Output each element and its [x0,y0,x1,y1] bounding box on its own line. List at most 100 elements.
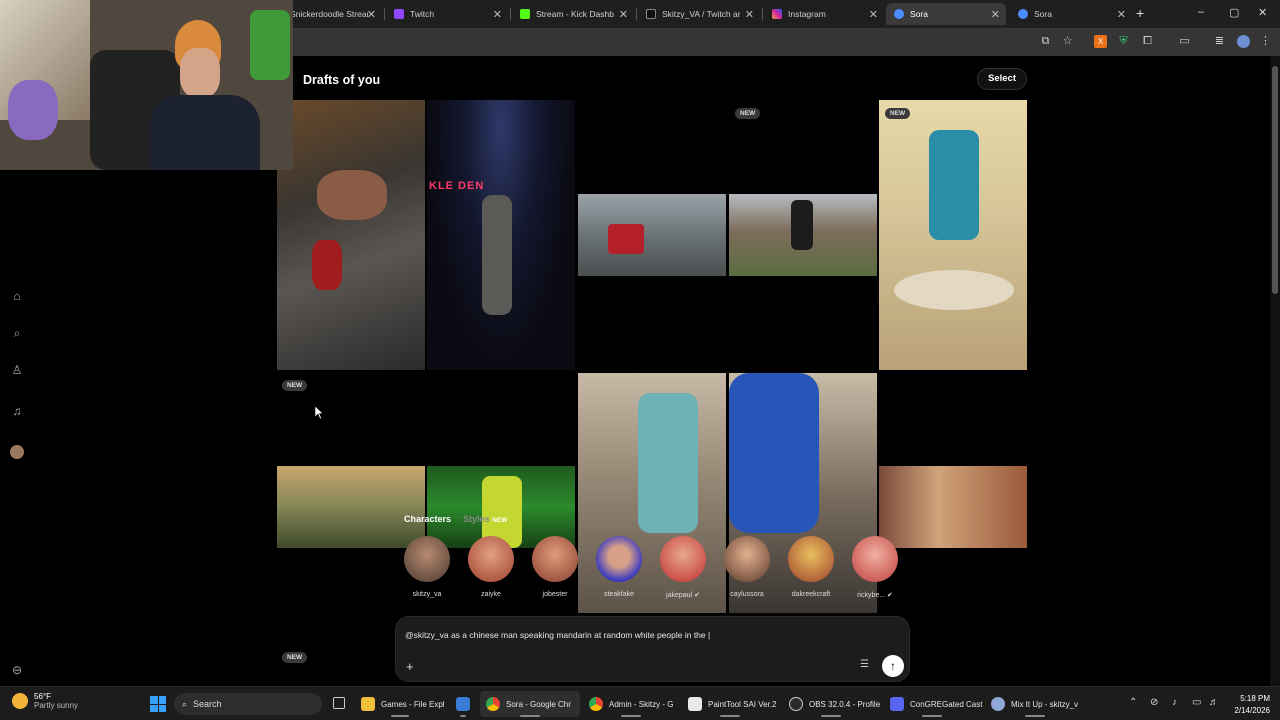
taskbar-app-discord[interactable]: ConGREGated Cast [884,691,982,717]
tray-volume-icon[interactable]: ♬ [1209,697,1219,708]
close-window-button[interactable]: ✕ [1258,6,1267,19]
minimize-button[interactable]: – [1198,6,1204,18]
webcam-figure-green [250,10,290,80]
scrollbar-thumb[interactable] [1272,66,1278,294]
new-badge: NEW [492,517,508,524]
tab-kick[interactable]: Stream - Kick Dashboard ✕ [512,3,634,25]
tab-label: Instagram [788,9,826,19]
taskbar-app-chrome-admin[interactable]: Admin - Skitzy - G [583,691,679,717]
draft-thumbnail-object [608,224,644,254]
character-name-verified: rickybe... ✔ [857,592,893,599]
taskbar-app-mixitup[interactable]: Mix It Up - skitzy_v [985,691,1085,717]
taskbar-app-file-explorer[interactable]: Games - File Expl [355,691,445,717]
sora-icon [1018,9,1028,19]
extension-icon[interactable]: X [1094,35,1107,48]
tray-network-icon[interactable]: ⊘ [1150,697,1158,708]
taskbar-app-obs[interactable]: OBS 32.0.4 - Profile [783,691,880,717]
webcam-overlay [0,0,293,170]
taskbar-clock[interactable]: 5:18 PM 2/14/2026 [1228,693,1270,717]
home-icon[interactable]: ⌂ [10,289,24,303]
mouse-cursor-icon [315,406,323,419]
tab-styles[interactable]: Styles NEW [463,514,507,524]
tab-twitch[interactable]: Twitch ✕ [386,3,508,25]
avatar [852,536,898,582]
character-name-verified: jakepaul ✔ [666,592,700,599]
verified-check-icon: ✔ [694,592,700,599]
chrome-icon [486,697,500,711]
task-view-icon[interactable] [333,697,345,709]
send-button[interactable]: ↑ [882,655,904,677]
tray-mic-icon[interactable]: ♪ [1172,697,1177,708]
scrollbar[interactable] [1270,56,1280,686]
close-icon[interactable]: ✕ [619,8,628,21]
add-media-button[interactable]: + [406,659,414,674]
profile-avatar-icon[interactable] [1237,35,1250,48]
draft-thumbnail-table [894,270,1014,310]
close-icon[interactable]: ✕ [869,8,878,21]
new-tab-button[interactable]: + [1136,5,1144,21]
character-chip[interactable]: steakfake [592,536,646,598]
close-icon[interactable]: ✕ [493,8,502,21]
page-title: Drafts of you [303,73,381,87]
tray-display-icon[interactable]: ▭ [1192,697,1201,708]
bell-icon[interactable]: ♫ [10,404,24,418]
settings-circle-icon[interactable]: ⊖ [10,663,24,677]
tray-overflow-chevron-icon[interactable]: ⌃ [1129,697,1137,708]
mixitup-icon [991,697,1005,711]
draft-video-tile[interactable] [578,194,726,276]
draft-video-tile[interactable] [729,194,877,276]
draft-video-tile[interactable] [879,100,1027,370]
maximize-button[interactable]: ▢ [1229,6,1239,19]
tab-tiktok[interactable]: Skitzy_VA / Twitch and ✕ [638,3,760,25]
character-name: dakreekcraft [791,591,831,598]
tab-instagram[interactable]: Instagram ✕ [764,3,884,25]
character-chip[interactable]: dakreekcraft [784,536,838,598]
taskbar-app-painttool[interactable]: PaintTool SAI Ver.2 [682,691,778,717]
shield-icon[interactable]: ⛨ [1117,35,1130,48]
search-icon[interactable]: ⌕ [10,326,24,340]
tab-snickerdoodle[interactable]: Snickerdoodle Stream ✕ [282,3,382,25]
tab-search-icon[interactable]: ▭ [1178,35,1191,48]
character-name: jobester [542,591,568,598]
weather-sun-icon [12,693,28,709]
search-label: Search [193,699,222,709]
character-chip[interactable]: cayl​ussora [720,536,774,598]
menu-kebab-icon[interactable]: ⋮ [1259,35,1272,48]
discord-icon [890,697,904,711]
close-icon[interactable]: ✕ [991,8,1000,21]
new-badge: NEW [282,652,308,663]
draft-video-tile[interactable] [277,100,425,370]
windows-start-icon[interactable] [150,696,166,712]
install-app-icon[interactable]: ⧉ [1039,35,1052,48]
tab-label: Sora [910,9,928,19]
settings-sliders-icon[interactable]: ☰ [860,659,869,670]
close-icon[interactable]: ✕ [1117,8,1126,21]
draft-thumbnail-figure [638,393,698,533]
trophy-icon[interactable]: ♙ [10,363,24,377]
avatar[interactable] [10,445,24,459]
reading-list-icon[interactable]: ≣ [1213,35,1226,48]
extensions-puzzle-icon[interactable]: ⧠ [1141,35,1154,48]
close-icon[interactable]: ✕ [367,8,376,21]
tab-sora[interactable]: Sora ✕ [1010,3,1132,25]
character-chip[interactable]: zaiyke [464,536,518,598]
avatar [404,536,450,582]
character-chip[interactable]: skitzy_va [400,536,454,598]
taskbar-app-chrome-sora[interactable]: Sora - Google Chr [480,691,580,717]
character-chip[interactable]: jakepaul ✔ [656,536,710,599]
draft-video-tile[interactable]: KLE DEN [427,100,575,370]
draft-thumbnail-figure [482,195,512,315]
tab-sora-active[interactable]: Sora ✕ [886,3,1006,25]
close-icon[interactable]: ✕ [745,8,754,21]
weather-widget[interactable]: 56°F Partly sunny [12,692,78,710]
tab-characters[interactable]: Characters [404,514,451,524]
taskbar-search[interactable]: ⌕ Search [174,693,322,715]
character-chip[interactable]: rickybe... ✔ [848,536,902,599]
draft-thumbnail-figure [791,200,813,250]
character-chip[interactable]: jobester [528,536,582,598]
avatar [468,536,514,582]
taskbar-app-photos[interactable] [450,691,476,717]
bookmark-star-icon[interactable]: ☆ [1061,35,1074,48]
select-button[interactable]: Select [977,68,1027,90]
prompt-input[interactable]: @skitzy_va as a chinese man speaking man… [405,630,710,640]
